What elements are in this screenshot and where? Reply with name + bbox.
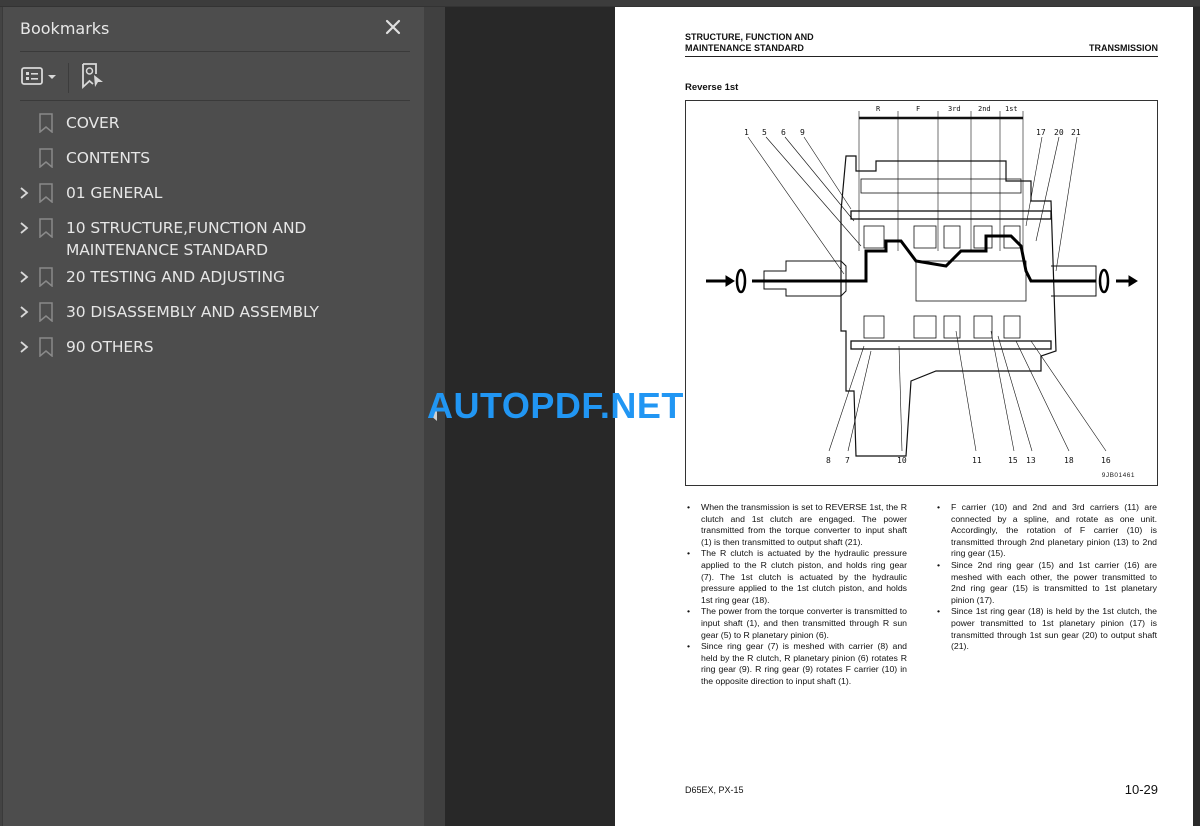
viewer-right-edge [1193,7,1200,826]
bookmark-icon [39,267,53,287]
paragraph: Since ring gear (7) is meshed with carri… [685,641,907,687]
callout-label: 5 [762,128,767,137]
expand-chevron-button[interactable] [17,300,31,324]
callout-label: 18 [1064,456,1074,465]
callout-label: 21 [1071,128,1081,137]
paragraph: Since 1st ring gear (18) is held by the … [935,606,1157,652]
callout-label: 20 [1054,128,1064,137]
text-column-left: When the transmission is set to REVERSE … [685,502,907,688]
chevron-right-icon [20,341,29,353]
callout-label: 10 [897,456,907,465]
paragraph: The power from the torque converter is t… [685,606,907,641]
bookmarks-panel: Bookmarks COVER CONTENTS 01 GENERAL 10 S… [3,7,424,826]
callout-label: 7 [845,456,850,465]
panel-title: Bookmarks [20,19,110,38]
watermark: AUTOPDF.NET [427,385,684,426]
bookmark-icon [39,113,53,133]
close-panel-button[interactable] [383,17,403,37]
bookmark-item-cover[interactable]: COVER [3,107,424,142]
page-number: 10-29 [1124,782,1158,797]
bookmark-label: COVER [66,114,120,132]
chevron-right-icon [20,271,29,283]
caret-down-icon [48,75,56,79]
page-footer-model: D65EX, PX-15 [685,785,744,795]
bookmark-list: COVER CONTENTS 01 GENERAL 10 STRUCTURE,F… [3,107,424,366]
bookmark-item-others[interactable]: 90 OTHERS [3,331,424,366]
callout-label: 17 [1036,128,1046,137]
top-bar [0,0,1200,7]
paragraph: Since 2nd ring gear (15) and 1st carrier… [935,560,1157,606]
callout-label: 16 [1101,456,1111,465]
paragraph: F carrier (10) and 2nd and 3rd carriers … [935,502,1157,560]
paragraph: The R clutch is actuated by the hydrauli… [685,548,907,606]
callout-label: 9 [800,128,805,137]
toolbar-separator [68,63,69,93]
transmission-diagram: R F 3rd 2nd 1st 1 5 6 9 17 20 21 8 7 10 … [685,100,1158,486]
power-flow-path [752,234,1096,283]
list-options-icon [21,67,43,85]
close-icon [385,19,401,35]
header-rule [685,56,1158,57]
callout-label: 11 [972,456,982,465]
bookmark-icon [39,302,53,322]
chevron-right-icon [20,187,29,199]
bookmark-options-button[interactable] [20,64,60,88]
bookmark-item-disassembly[interactable]: 30 DISASSEMBLY AND ASSEMBLY [3,296,424,331]
page-header-left: STRUCTURE, FUNCTION AND MAINTENANCE STAN… [685,32,814,53]
bookmark-label: 01 GENERAL [66,184,163,202]
bookmark-icon [39,337,53,357]
expand-chevron-button[interactable] [17,265,31,289]
input-arrow [706,268,747,294]
range-label: 1st [1005,105,1018,113]
bookmark-icon [39,148,53,168]
chevron-right-icon [20,306,29,318]
callout-label: 6 [781,128,786,137]
bookmark-label: CONTENTS [66,149,150,167]
range-label: R [876,105,881,113]
bookmark-label: 20 TESTING AND ADJUSTING [66,268,285,286]
callout-label: 8 [826,456,831,465]
expand-chevron-button[interactable] [17,216,31,240]
range-label: 3rd [948,105,961,113]
expand-chevron-button[interactable] [17,335,31,359]
expand-chevron-button[interactable] [17,181,31,205]
bookmark-icon [39,183,53,203]
text-column-right: F carrier (10) and 2nd and 3rd carriers … [935,502,1157,653]
pdf-page: STRUCTURE, FUNCTION AND MAINTENANCE STAN… [615,7,1193,826]
callout-label: 15 [1008,456,1018,465]
bookmark-label: 10 STRUCTURE,FUNCTION AND MAINTENANCE ST… [66,219,307,259]
chevron-right-icon [20,222,29,234]
figure-id: 9JB01461 [1101,472,1135,479]
page-header-right: TRANSMISSION [1088,43,1158,53]
section-title: Reverse 1st [685,82,739,93]
range-label: F [916,105,920,113]
bookmark-item-structure-function[interactable]: 10 STRUCTURE,FUNCTION AND MAINTENANCE ST… [3,212,424,261]
range-label: 2nd [978,105,991,113]
callout-label: 1 [744,128,749,137]
output-arrow [1098,268,1138,294]
bookmark-item-testing-adjusting[interactable]: 20 TESTING AND ADJUSTING [3,261,424,296]
bookmark-icon [39,218,53,238]
paragraph: When the transmission is set to REVERSE … [685,502,907,548]
bookmark-item-general[interactable]: 01 GENERAL [3,177,424,212]
bookmark-label: 30 DISASSEMBLY AND ASSEMBLY [66,303,319,321]
bookmark-item-contents[interactable]: CONTENTS [3,142,424,177]
diagram-drawing: R F 3rd 2nd 1st 1 5 6 9 17 20 21 8 7 10 … [706,105,1138,465]
find-bookmark-button[interactable] [80,62,106,90]
divider [20,100,410,101]
range-labels: R F 3rd 2nd 1st [876,105,1018,113]
bookmark-label: 90 OTHERS [66,338,154,356]
callout-label: 13 [1026,456,1036,465]
bookmark-search-icon [82,63,103,90]
divider [20,51,410,52]
